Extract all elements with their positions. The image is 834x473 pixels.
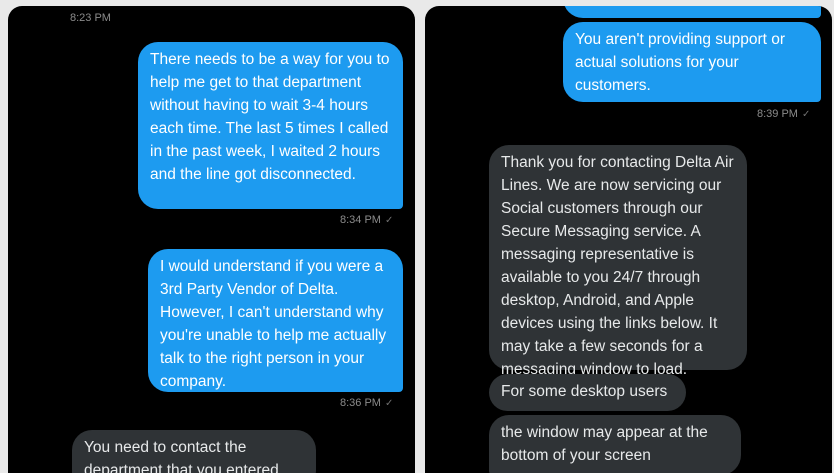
message-text: I would understand if you were a 3rd Par… — [160, 258, 387, 390]
outgoing-message[interactable]: I would understand if you were a 3rd Par… — [148, 249, 403, 392]
outgoing-message[interactable]: There needs to be a way for you to help … — [138, 42, 403, 209]
incoming-message[interactable]: the window may appear at the bottom of y… — [489, 415, 741, 473]
message-text: Thank you for contacting Delta Air Lines… — [501, 154, 734, 378]
incoming-message[interactable]: Thank you for contacting Delta Air Lines… — [489, 145, 747, 378]
message-text: the window may appear at the bottom of y… — [501, 424, 708, 464]
message-text: There needs to be a way for you to help … — [150, 51, 390, 183]
incoming-message[interactable]: You need to contact the department that … — [72, 430, 316, 473]
read-check-icon: ✓ — [384, 398, 394, 409]
message-text: You need to contact the department that … — [84, 439, 279, 473]
read-check-icon: ✓ — [801, 109, 811, 120]
message-timestamp: 8:39 PM ✓ — [757, 108, 811, 120]
outgoing-message-partial[interactable] — [563, 6, 821, 18]
outgoing-message[interactable]: You aren't providing support or actual s… — [563, 22, 821, 102]
left-conversation-panel: 8:23 PM There needs to be a way for you … — [8, 6, 415, 473]
incoming-message[interactable]: For some desktop users — [489, 374, 686, 411]
message-text: For some desktop users — [501, 383, 668, 400]
timestamp: 8:23 PM — [70, 12, 111, 24]
message-timestamp: 8:36 PM ✓ — [340, 397, 394, 409]
read-check-icon: ✓ — [384, 215, 394, 226]
message-text: You aren't providing support or actual s… — [575, 31, 786, 94]
message-timestamp: 8:34 PM ✓ — [340, 214, 394, 226]
right-conversation-panel: You aren't providing support or actual s… — [425, 6, 832, 473]
